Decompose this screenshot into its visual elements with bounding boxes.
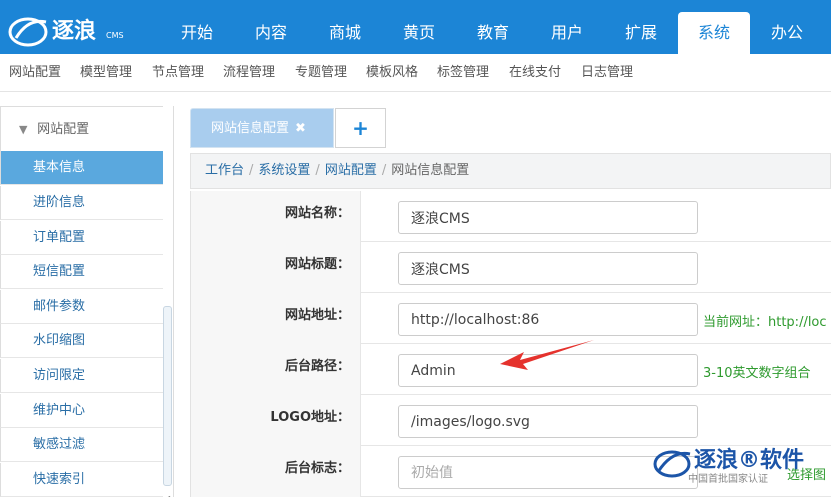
sidebar-item-access-limit[interactable]: 访问限定 <box>0 359 163 393</box>
breadcrumb-separator: / <box>249 163 254 178</box>
nav-extensions[interactable]: 扩展 <box>604 12 678 54</box>
sidebar-item-advanced-info[interactable]: 进阶信息 <box>0 186 163 220</box>
subnav-site-config[interactable]: 网站配置 <box>9 54 61 92</box>
site-info-form: 网站名称： 网站标题： 网站地址： 当前网址：http://loc 后台路径： … <box>190 191 831 497</box>
breadcrumb-current: 网站信息配置 <box>391 163 470 178</box>
nav-office[interactable]: 办公 <box>750 12 824 54</box>
breadcrumb: 工作台 / 系统设置 / 网站配置 / 网站信息配置 <box>190 153 831 189</box>
nav-content[interactable]: 内容 <box>234 12 308 54</box>
sidebar-scrollbar[interactable] <box>163 306 172 486</box>
sidebar-item-sensitive-filter[interactable]: 敏感过滤 <box>0 428 163 462</box>
admin-path-input[interactable] <box>398 354 698 387</box>
sidebar-item-quick-index[interactable]: 快速索引 <box>0 463 163 497</box>
subnav-flow-manage[interactable]: 流程管理 <box>223 54 275 92</box>
subnav-log-manage[interactable]: 日志管理 <box>581 54 633 92</box>
subnav-tag-manage[interactable]: 标签管理 <box>437 54 489 92</box>
sidebar-item-mail-params[interactable]: 邮件参数 <box>0 290 163 324</box>
site-name-label: 网站名称： <box>191 191 361 242</box>
form-row-site-name: 网站名称： <box>191 191 831 242</box>
sidebar-group-site-config[interactable]: ▼ 网站配置 <box>0 106 163 152</box>
breadcrumb-system-settings[interactable]: 系统设置 <box>258 163 310 178</box>
form-row-site-url: 网站地址： 当前网址：http://loc <box>191 293 831 344</box>
subnav-template-style[interactable]: 模板风格 <box>366 54 418 92</box>
sidebar-item-watermark-thumb[interactable]: 水印缩图 <box>0 324 163 358</box>
subnav-online-pay[interactable]: 在线支付 <box>509 54 561 92</box>
admin-mark-input[interactable] <box>398 456 698 489</box>
sidebar-item-sms-config[interactable]: 短信配置 <box>0 255 163 289</box>
logo-text: 逐浪 <box>52 18 96 44</box>
form-row-admin-path: 后台路径： 3-10英文数字组合 <box>191 344 831 395</box>
admin-path-label: 后台路径： <box>191 344 361 395</box>
site-url-hint: 当前网址：http://loc <box>703 315 827 330</box>
logo-tag: CMS <box>106 31 124 40</box>
top-nav: 开始 内容 商城 黄页 教育 用户 扩展 系统 办公 <box>160 12 824 54</box>
logo-url-input[interactable] <box>398 405 698 438</box>
nav-yellow-pages[interactable]: 黄页 <box>382 12 456 54</box>
add-tab-button[interactable]: + <box>335 108 386 148</box>
plus-icon: + <box>352 116 369 140</box>
subnav-node-manage[interactable]: 节点管理 <box>152 54 204 92</box>
top-navbar: 逐浪 CMS 开始 内容 商城 黄页 教育 用户 扩展 系统 办公 <box>0 0 831 54</box>
admin-mark-hint: 选择图 <box>787 468 827 483</box>
sidebar-item-maintenance[interactable]: 维护中心 <box>0 394 163 428</box>
form-row-logo-url: LOGO地址： <box>191 395 831 446</box>
brand-logo[interactable]: 逐浪 CMS <box>6 8 136 50</box>
nav-system[interactable]: 系统 <box>678 12 750 54</box>
tab-label: 网站信息配置 <box>211 121 290 136</box>
admin-mark-label: 后台标志： <box>191 446 361 497</box>
site-name-input[interactable] <box>398 201 698 234</box>
sidebar-item-basic-info[interactable]: 基本信息 <box>0 151 163 185</box>
breadcrumb-separator: / <box>315 163 320 178</box>
nav-users[interactable]: 用户 <box>530 12 604 54</box>
site-title-label: 网站标题： <box>191 242 361 293</box>
logo-url-label: LOGO地址： <box>191 395 361 446</box>
form-row-admin-mark: 后台标志： 选择图 <box>191 446 831 497</box>
sidebar: ▼ 网站配置 基本信息 进阶信息 订单配置 短信配置 邮件参数 水印缩图 访问限… <box>0 106 174 497</box>
sidebar-group-label: 网站配置 <box>37 122 90 137</box>
nav-education[interactable]: 教育 <box>456 12 530 54</box>
site-url-input[interactable] <box>398 303 698 336</box>
sub-navbar: 网站配置 模型管理 节点管理 流程管理 专题管理 模板风格 标签管理 在线支付 … <box>0 54 831 92</box>
close-icon[interactable]: ✖ <box>295 121 306 136</box>
nav-shop[interactable]: 商城 <box>308 12 382 54</box>
breadcrumb-site-config[interactable]: 网站配置 <box>325 163 377 178</box>
subnav-topic-manage[interactable]: 专题管理 <box>295 54 347 92</box>
tab-site-info-config[interactable]: 网站信息配置 ✖ <box>190 108 334 148</box>
chevron-down-icon: ▼ <box>19 123 28 136</box>
breadcrumb-workbench[interactable]: 工作台 <box>205 163 244 178</box>
site-title-input[interactable] <box>398 252 698 285</box>
site-url-label: 网站地址： <box>191 293 361 344</box>
nav-start[interactable]: 开始 <box>160 12 234 54</box>
admin-path-hint: 3-10英文数字组合 <box>703 366 811 381</box>
subnav-model-manage[interactable]: 模型管理 <box>80 54 132 92</box>
sidebar-item-order-config[interactable]: 订单配置 <box>0 221 163 255</box>
breadcrumb-separator: / <box>381 163 387 178</box>
form-row-site-title: 网站标题： <box>191 242 831 293</box>
